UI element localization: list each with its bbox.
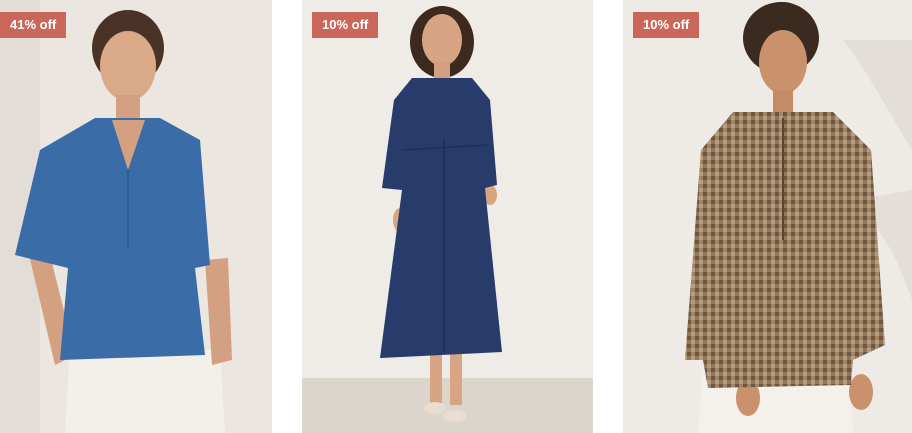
blue-linen-top-photo-icon[interactable]	[0, 0, 272, 433]
product-card-1[interactable]: 41% off	[0, 0, 272, 433]
product-card-2[interactable]: 10% off	[302, 0, 593, 433]
product-card-3[interactable]: 10% off	[623, 0, 912, 433]
discount-badge: 10% off	[312, 12, 379, 38]
navy-linen-dress-photo-icon[interactable]	[302, 0, 593, 433]
discount-badge: 41% off	[0, 12, 67, 38]
discount-badge: 10% off	[633, 12, 700, 38]
gingham-linen-top-photo-icon[interactable]	[623, 0, 912, 433]
